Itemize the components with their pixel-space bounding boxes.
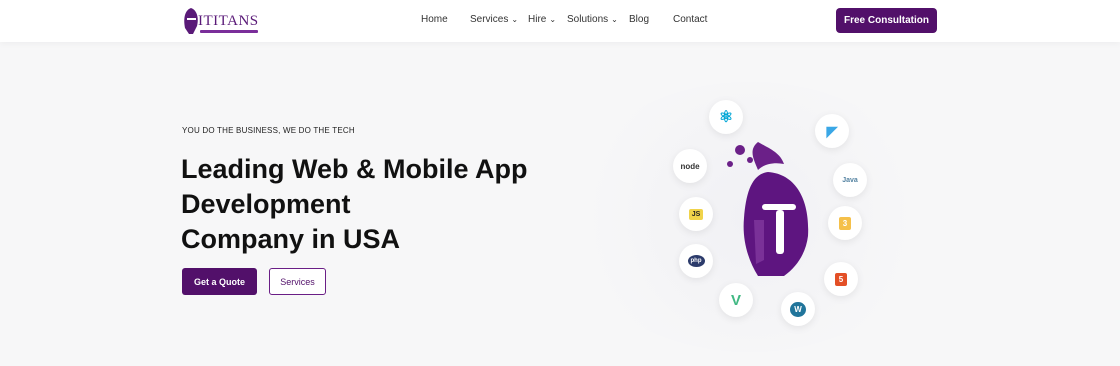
brand-name[interactable]: ITITANS xyxy=(198,13,259,30)
js-icon: JS xyxy=(679,197,713,231)
nav-services[interactable]: Services ⌄ xyxy=(470,14,518,25)
css-icon: 3 xyxy=(828,206,862,240)
hero-headline: Leading Web & Mobile App Development Com… xyxy=(181,152,561,257)
spartan-helmet-illustration xyxy=(727,142,809,276)
nav-blog-label: Blog xyxy=(629,14,650,25)
nav-solutions-label: Solutions xyxy=(567,14,609,25)
hero-eyebrow: YOU DO THE BUSINESS, WE DO THE TECH xyxy=(182,126,355,135)
nav-hire-label: Hire xyxy=(528,14,547,25)
nav-contact[interactable]: Contact xyxy=(673,14,707,25)
chevron-down-icon: ⌄ xyxy=(611,15,618,24)
vue-icon: V xyxy=(719,283,753,317)
nav-contact-label: Contact xyxy=(673,14,708,25)
free-consultation-button[interactable]: Free Consultation xyxy=(836,8,937,33)
nav-services-label: Services xyxy=(470,14,509,25)
site-header: ITITANS Home Services ⌄ Hire ⌄ Solutions ⌄ … xyxy=(0,0,1120,42)
html5-icon: 5 xyxy=(824,262,858,296)
get-a-quote-button[interactable]: Get a Quote xyxy=(182,268,257,295)
chevron-down-icon: ⌄ xyxy=(511,15,519,24)
services-button[interactable]: Services xyxy=(269,268,326,295)
wordpress-icon: W xyxy=(781,292,815,326)
nav-home-label: Home xyxy=(421,14,448,25)
php-icon: php xyxy=(679,244,713,278)
flutter-icon: ◤ xyxy=(815,114,849,148)
headline-line-3: Company in USA xyxy=(181,224,401,254)
nav-solutions[interactable]: Solutions ⌄ xyxy=(567,14,618,25)
nav-home[interactable]: Home xyxy=(421,14,448,25)
headline-line-2: Development xyxy=(181,189,351,219)
headline-line-1: Leading Web & Mobile App xyxy=(181,154,528,184)
brand-underline xyxy=(200,30,258,33)
node-icon: node xyxy=(673,149,707,183)
nav-blog[interactable]: Blog xyxy=(629,14,649,25)
chevron-down-icon: ⌄ xyxy=(549,15,557,24)
react-icon: ⚛ xyxy=(709,100,743,134)
nav-hire[interactable]: Hire ⌄ xyxy=(528,14,556,25)
java-icon: Java xyxy=(833,163,867,197)
